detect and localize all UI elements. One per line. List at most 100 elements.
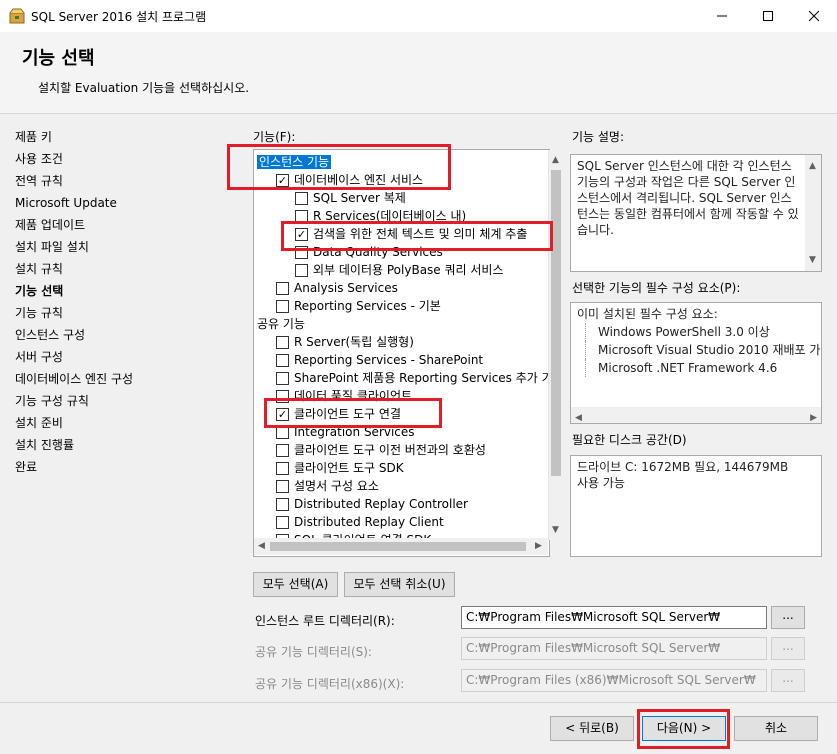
nav-item-product-key[interactable]: 제품 키 xyxy=(15,126,230,148)
shared-dir-field: C:₩Program Files₩Microsoft SQL Server₩ xyxy=(461,637,767,660)
shared-dir-x86-label: 공유 기능 디렉터리(x86)(X): xyxy=(255,677,405,691)
checkbox-icon[interactable] xyxy=(276,516,289,529)
unselect-all-button[interactable]: 모두 선택 취소(U) xyxy=(344,572,455,597)
checkbox-icon[interactable] xyxy=(276,354,289,367)
nav-item-feature-config-rules[interactable]: 기능 구성 규칙 xyxy=(15,390,230,412)
nav-item-microsoft-update[interactable]: Microsoft Update xyxy=(15,192,230,214)
page-subtitle: 설치할 Evaluation 기능을 선택하십시오. xyxy=(38,81,250,95)
instance-root-browse-button[interactable]: ... xyxy=(771,606,805,629)
disk-space-text: 드라이브 C: 1672MB 필요, 144679MB 사용 가능 xyxy=(577,460,789,490)
feature-tree[interactable]: 인스턴스 기능 ✓ 데이터베이스 엔진 서비스 SQL Server 복제 R … xyxy=(253,149,550,557)
tree-sql-replication[interactable]: SQL Server 복제 xyxy=(295,189,406,207)
highlight-box xyxy=(637,709,730,749)
tree-reporting-sp[interactable]: Reporting Services - SharePoint xyxy=(276,351,483,369)
shared-dir-x86-browse-button: ... xyxy=(771,669,805,692)
nav-item-server-config[interactable]: 서버 구성 xyxy=(15,346,230,368)
checkbox-icon[interactable] xyxy=(295,264,308,277)
tree-label: 공유 기능 xyxy=(257,317,305,331)
tree-dist-client[interactable]: Distributed Replay Client xyxy=(276,513,444,531)
nav-item-feature-selection[interactable]: 기능 선택 xyxy=(15,280,230,302)
checkbox-icon[interactable] xyxy=(295,192,308,205)
tree-analysis[interactable]: Analysis Services xyxy=(276,279,398,297)
prereq-horizontal-scrollbar[interactable]: ◀ ▶ xyxy=(571,407,821,423)
tree-label: Reporting Services - SharePoint xyxy=(294,353,484,367)
tree-horizontal-scroll-thumb[interactable] xyxy=(270,542,526,551)
tree-polybase[interactable]: 외부 데이터용 PolyBase 쿼리 서비스 xyxy=(295,261,504,279)
tree-label: 클라이언트 도구 이전 버전과의 호환성 xyxy=(294,443,486,457)
prereq-item: Microsoft .NET Framework 4.6 xyxy=(585,359,815,377)
header-background xyxy=(0,32,837,113)
feature-description-text: SQL Server 인스턴스에 대한 각 인스턴스 기능의 구성과 작업은 다… xyxy=(577,159,799,237)
setup-steps-nav: 제품 키 사용 조건 전역 규칙 Microsoft Update 제품 업데이… xyxy=(15,126,230,478)
back-button[interactable]: < 뒤로(B) xyxy=(550,716,634,741)
tree-dist-controller[interactable]: Distributed Replay Controller xyxy=(276,495,468,513)
window-title: SQL Server 2016 설치 프로그램 xyxy=(31,10,207,24)
shared-dir-label: 공유 기능 디렉터리(S): xyxy=(255,645,372,659)
nav-item-feature-rules[interactable]: 기능 규칙 xyxy=(15,302,230,324)
tree-client-compat[interactable]: 클라이언트 도구 이전 버전과의 호환성 xyxy=(276,441,486,459)
tree-label: 외부 데이터용 PolyBase 쿼리 서비스 xyxy=(313,263,504,277)
shared-dir-x86-field: C:₩Program Files (x86)₩Microsoft SQL Ser… xyxy=(461,669,767,692)
page-title: 기능 선택 xyxy=(22,48,95,69)
instance-root-field[interactable]: C:₩Program Files₩Microsoft SQL Server₩ xyxy=(461,606,767,629)
highlight-box xyxy=(281,221,553,251)
checkbox-icon[interactable] xyxy=(276,372,289,385)
feature-description-label: 기능 설명: xyxy=(572,130,625,144)
scroll-left-icon[interactable]: ◀ xyxy=(258,541,265,551)
close-icon[interactable] xyxy=(791,0,837,32)
tree-r-server[interactable]: R Server(독립 실행형) xyxy=(276,333,414,351)
scroll-up-icon[interactable]: ▲ xyxy=(552,155,559,165)
highlight-box xyxy=(227,144,451,190)
tree-label: R Server(독립 실행형) xyxy=(294,335,414,349)
highlight-box xyxy=(264,398,442,428)
prereq-item: Windows PowerShell 3.0 이상 xyxy=(585,323,815,341)
scroll-up-icon[interactable]: ▲ xyxy=(809,158,816,174)
nav-item-global-rules[interactable]: 전역 규칙 xyxy=(15,170,230,192)
checkbox-icon[interactable] xyxy=(276,282,289,295)
nav-item-license-terms[interactable]: 사용 조건 xyxy=(15,148,230,170)
cancel-button[interactable]: 취소 xyxy=(734,716,818,741)
nav-item-ready-to-install[interactable]: 설치 준비 xyxy=(15,412,230,434)
description-scrollbar[interactable]: ▲ ▼ xyxy=(805,155,821,271)
sql-setup-icon xyxy=(9,8,25,24)
checkbox-icon[interactable] xyxy=(276,480,289,493)
scroll-down-icon[interactable]: ▼ xyxy=(552,525,559,535)
nav-item-install-progress[interactable]: 설치 진행률 xyxy=(15,434,230,456)
scroll-right-icon[interactable]: ▶ xyxy=(535,541,542,551)
feature-description-box: SQL Server 인스턴스에 대한 각 인스턴스 기능의 구성과 작업은 다… xyxy=(570,154,822,272)
features-label: 기능(F): xyxy=(253,130,296,144)
tree-vertical-scroll-thumb[interactable] xyxy=(551,170,561,476)
tree-sp-addin[interactable]: SharePoint 제품용 Reporting Services 추가 기능 xyxy=(276,369,549,387)
prereq-label: 선택한 기능의 필수 구성 요소(P): xyxy=(572,281,741,295)
tree-label: Distributed Replay Controller xyxy=(294,497,468,511)
tree-reporting-native[interactable]: Reporting Services - 기본 xyxy=(276,297,441,315)
disk-space-box: 드라이브 C: 1672MB 필요, 144679MB 사용 가능 xyxy=(570,455,822,557)
nav-item-instance-config[interactable]: 인스턴스 구성 xyxy=(15,324,230,346)
checkbox-icon[interactable] xyxy=(276,336,289,349)
nav-item-install-rules[interactable]: 설치 규칙 xyxy=(15,258,230,280)
nav-item-install-setup-files[interactable]: 설치 파일 설치 xyxy=(15,236,230,258)
tree-client-sdk[interactable]: 클라이언트 도구 SDK xyxy=(276,459,404,477)
scroll-down-icon[interactable]: ▼ xyxy=(809,252,816,268)
checkbox-icon[interactable] xyxy=(276,462,289,475)
nav-item-db-engine-config[interactable]: 데이터베이스 엔진 구성 xyxy=(15,368,230,390)
minimize-icon[interactable] xyxy=(699,0,745,32)
tree-label: Reporting Services - 기본 xyxy=(294,299,441,313)
select-all-button[interactable]: 모두 선택(A) xyxy=(253,572,338,597)
scroll-right-icon[interactable]: ▶ xyxy=(810,410,817,423)
tree-shared-features[interactable]: 공유 기능 xyxy=(257,315,305,333)
checkbox-icon[interactable] xyxy=(276,498,289,511)
checkbox-icon[interactable] xyxy=(276,444,289,457)
prereq-installed-label: 이미 설치된 필수 구성 요소: xyxy=(577,307,718,321)
tree-label: 설명서 구성 요소 xyxy=(294,479,379,493)
nav-item-product-updates[interactable]: 제품 업데이트 xyxy=(15,214,230,236)
tree-docs[interactable]: 설명서 구성 요소 xyxy=(276,477,379,495)
prereq-item: Microsoft Visual Studio 2010 재배포 가능 xyxy=(585,341,821,359)
scroll-left-icon[interactable]: ◀ xyxy=(575,410,582,423)
disk-space-label: 필요한 디스크 공간(D) xyxy=(572,433,687,447)
nav-item-complete[interactable]: 완료 xyxy=(15,456,230,478)
maximize-icon[interactable] xyxy=(745,0,791,32)
tree-label: 클라이언트 도구 SDK xyxy=(294,461,404,475)
checkbox-icon[interactable] xyxy=(276,300,289,313)
footer-divider xyxy=(0,702,837,703)
